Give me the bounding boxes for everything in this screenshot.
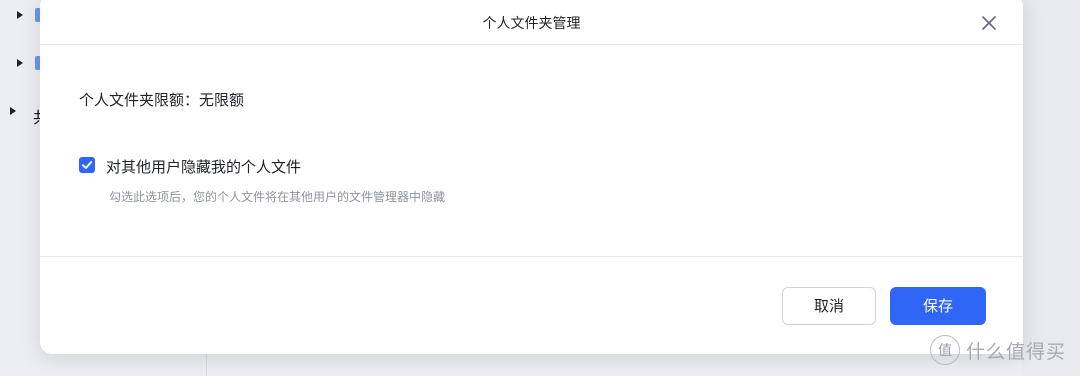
hide-files-hint: 勾选此选项后，您的个人文件将在其他用户的文件管理器中隐藏 <box>109 190 446 204</box>
expand-arrow-icon[interactable] <box>17 59 23 67</box>
background-file-tree: 共 <box>0 0 49 376</box>
watermark-text: 什么值得买 <box>965 340 1066 363</box>
footer-divider <box>40 256 1023 257</box>
watermark: 值 什么值得买 <box>929 334 1066 366</box>
folder-quota-label: 个人文件夹限额：无限额 <box>79 91 245 109</box>
save-button[interactable]: 保存 <box>890 287 986 325</box>
expand-arrow-icon[interactable] <box>10 107 16 115</box>
cancel-button[interactable]: 取消 <box>782 287 876 325</box>
expand-arrow-icon[interactable] <box>17 11 23 19</box>
dialog-header: 个人文件夹管理 <box>40 0 1023 45</box>
dialog-title: 个人文件夹管理 <box>482 16 581 32</box>
background-right-panel <box>1022 0 1080 376</box>
personal-folder-dialog: 个人文件夹管理 个人文件夹限额：无限额 对其他用户隐藏我的个人文件 勾选此选项后… <box>40 0 1023 354</box>
hide-files-label[interactable]: 对其他用户隐藏我的个人文件 <box>106 156 301 177</box>
watermark-logo-icon: 值 <box>929 335 960 365</box>
background-divider <box>206 354 207 376</box>
hide-files-checkbox[interactable] <box>79 157 95 173</box>
close-icon <box>982 16 996 30</box>
checkmark-icon <box>82 161 93 169</box>
close-button[interactable] <box>977 11 1001 35</box>
